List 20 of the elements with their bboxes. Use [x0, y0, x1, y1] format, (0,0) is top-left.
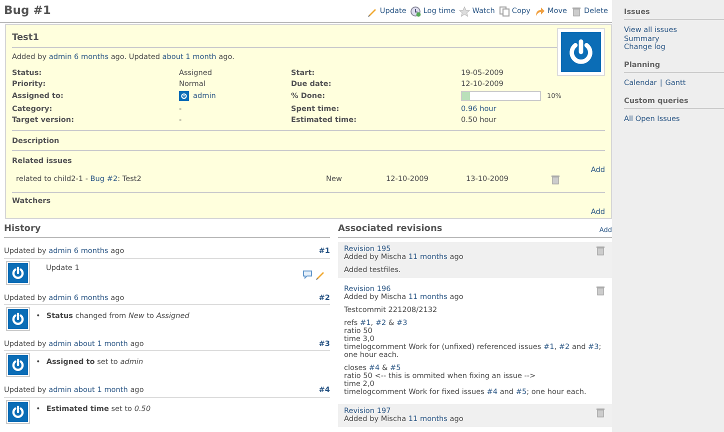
avatar-icon: [561, 32, 601, 72]
speech-bubble-icon[interactable]: [302, 268, 313, 280]
section-heading: Associated revisions: [338, 224, 442, 234]
issue-subject: Test1: [12, 28, 605, 48]
trash-icon[interactable]: [595, 245, 606, 256]
avatar-icon: [8, 262, 28, 283]
page-title: Bug #1: [4, 4, 51, 18]
trash-icon: [571, 6, 582, 16]
trash-icon[interactable]: [550, 174, 561, 185]
arrow-icon: [534, 6, 546, 16]
user-icon: [179, 90, 189, 101]
clock-icon: [410, 6, 422, 16]
avatar-icon: [8, 309, 28, 330]
copy-icon: [498, 6, 510, 16]
trash-icon[interactable]: [595, 407, 606, 418]
avatar-icon: [8, 402, 28, 422]
section-heading: History: [4, 224, 330, 238]
star-icon: [459, 6, 470, 16]
avatar-icon: [8, 355, 28, 376]
trash-icon[interactable]: [595, 285, 606, 296]
